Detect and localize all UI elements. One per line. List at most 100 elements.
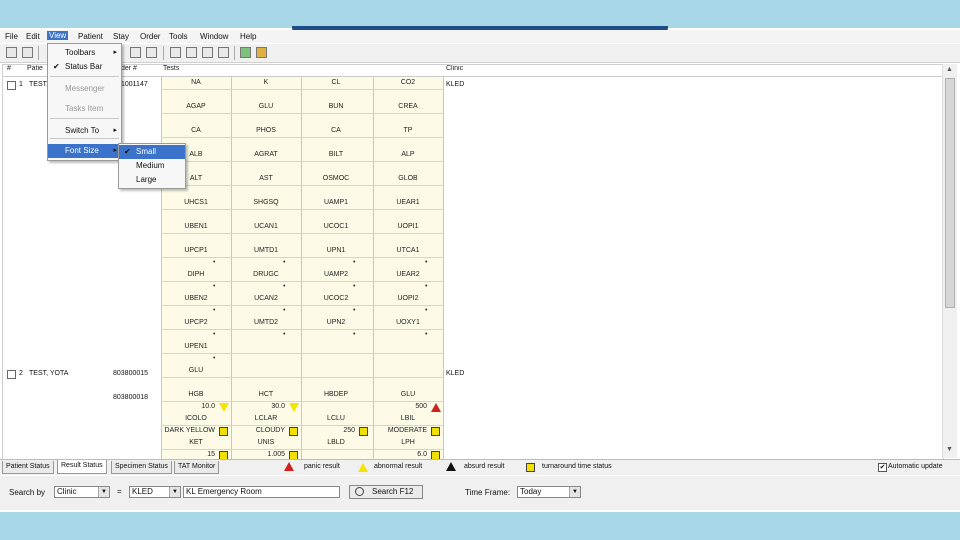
test-code[interactable]: TP — [373, 127, 443, 134]
test-result-value[interactable]: MODERATE — [373, 427, 427, 434]
auto-update-checkbox[interactable]: ✔ — [878, 463, 887, 472]
search-by-select[interactable]: Clinic ▼ — [54, 486, 110, 498]
order-number[interactable]: 1001147 — [121, 81, 148, 88]
menu-stay[interactable]: Stay — [113, 32, 129, 41]
test-code[interactable]: CL — [301, 79, 371, 86]
test-code[interactable]: UPN1 — [301, 247, 371, 254]
menu-help[interactable]: Help — [240, 32, 256, 41]
test-code[interactable]: UAMP2 — [301, 271, 371, 278]
column-header-patient[interactable]: Patie — [27, 65, 43, 76]
test-code[interactable]: UOPI1 — [373, 223, 443, 230]
scroll-up-icon[interactable]: ▲ — [946, 66, 953, 73]
menu-window[interactable]: Window — [200, 32, 228, 41]
refresh-icon[interactable] — [218, 47, 229, 58]
test-code[interactable]: UMTD1 — [231, 247, 301, 254]
test-code[interactable]: UBEN2 — [161, 295, 231, 302]
help-icon[interactable] — [130, 47, 141, 58]
row-checkbox[interactable] — [7, 81, 16, 90]
test-code[interactable]: AGAP — [161, 103, 231, 110]
column-header-num[interactable]: # — [7, 65, 11, 76]
menu-edit[interactable]: Edit — [26, 32, 40, 41]
test-code[interactable]: HBDEP — [301, 391, 371, 398]
grid-icon[interactable] — [202, 47, 213, 58]
print-icon[interactable] — [256, 47, 267, 58]
test-code[interactable]: UCOC2 — [301, 295, 371, 302]
test-code[interactable]: UEAR2 — [373, 271, 443, 278]
test-code[interactable]: UPCP2 — [161, 319, 231, 326]
clinic-name-field[interactable]: KL Emergency Room — [183, 486, 340, 498]
order-number[interactable]: 803800018 — [113, 394, 148, 401]
view-menu-item[interactable]: Toolbars ▸ — [48, 46, 121, 60]
test-code[interactable]: PHOS — [231, 127, 301, 134]
view-menu-item[interactable]: Messenger — [48, 82, 121, 96]
test-code[interactable]: CA — [161, 127, 231, 134]
test-code[interactable]: UEAR1 — [373, 199, 443, 206]
test-result-value[interactable]: 30.0 — [231, 403, 285, 410]
view-menu-item[interactable]: Font Size ▸ — [48, 144, 121, 158]
test-code[interactable]: UBEN1 — [161, 223, 231, 230]
test-result-value[interactable]: 500 — [373, 403, 427, 410]
menu-order[interactable]: Order — [140, 32, 160, 41]
column-header-clinic[interactable]: Clinic — [446, 65, 463, 76]
test-code[interactable]: UOPI2 — [373, 295, 443, 302]
order-number[interactable]: 803800015 — [113, 370, 148, 377]
menu-file[interactable]: File — [5, 32, 18, 41]
test-code[interactable]: CO2 — [373, 79, 443, 86]
test-code[interactable]: AST — [231, 175, 301, 182]
font-size-item[interactable]: Large — [119, 173, 185, 187]
tab-patient-status[interactable]: Patient Status — [2, 461, 54, 474]
test-code[interactable]: HCT — [231, 391, 301, 398]
scrollbar-thumb[interactable] — [945, 78, 955, 308]
test-code[interactable]: ICOLO — [161, 415, 231, 422]
save-icon[interactable] — [22, 47, 33, 58]
test-code[interactable]: K — [231, 79, 301, 86]
patient-name[interactable]: TEST, — [29, 81, 48, 88]
check-icon[interactable] — [240, 47, 251, 58]
test-code[interactable]: LCLU — [301, 415, 371, 422]
search-button[interactable]: Search F12 — [349, 485, 423, 499]
test-code[interactable]: OSMOC — [301, 175, 371, 182]
chevron-down-icon[interactable]: ▼ — [169, 487, 180, 497]
test-code[interactable]: UTCA1 — [373, 247, 443, 254]
test-code[interactable]: UPCP1 — [161, 247, 231, 254]
test-code[interactable]: GLU — [373, 391, 443, 398]
test-code[interactable]: KET — [161, 439, 231, 446]
tab-result-status[interactable]: Result Status — [57, 460, 107, 474]
test-code[interactable]: GLU — [161, 367, 231, 374]
test-code[interactable]: UPEN1 — [161, 343, 231, 350]
test-code[interactable]: LCLAR — [231, 415, 301, 422]
test-code[interactable]: LBIL — [373, 415, 443, 422]
clinic-code-select[interactable]: KLED ▼ — [129, 486, 181, 498]
column-header-tests[interactable]: Tests — [163, 65, 179, 76]
chevron-down-icon[interactable]: ▼ — [569, 487, 580, 497]
test-code[interactable]: UCOC1 — [301, 223, 371, 230]
test-code[interactable]: UNIS — [231, 439, 301, 446]
test-result-value[interactable]: DARK YELLOW — [161, 427, 215, 434]
context-help-icon[interactable] — [146, 47, 157, 58]
test-code[interactable]: AGRAT — [231, 151, 301, 158]
test-code[interactable]: HGB — [161, 391, 231, 398]
chevron-down-icon[interactable]: ▼ — [98, 487, 109, 497]
scroll-down-icon[interactable]: ▼ — [946, 446, 953, 453]
row-checkbox[interactable] — [7, 370, 16, 379]
tile-icon[interactable] — [170, 47, 181, 58]
column-header-order[interactable]: der # — [121, 65, 137, 76]
time-frame-select[interactable]: Today ▼ — [517, 486, 581, 498]
view-menu-item[interactable]: Switch To ▸ — [48, 124, 121, 138]
test-code[interactable]: BILT — [301, 151, 371, 158]
test-code[interactable]: UCAN1 — [231, 223, 301, 230]
test-result-value[interactable]: 1.005 — [231, 451, 285, 458]
font-size-item[interactable]: Medium — [119, 159, 185, 173]
menu-view[interactable]: View — [47, 31, 69, 40]
test-code[interactable]: LPH — [373, 439, 443, 446]
test-result-value[interactable]: CLOUDY — [231, 427, 285, 434]
test-code[interactable]: DRUGC — [231, 271, 301, 278]
test-code[interactable]: DIPH — [161, 271, 231, 278]
test-code[interactable]: UPN2 — [301, 319, 371, 326]
menu-tools[interactable]: Tools — [169, 32, 188, 41]
test-code[interactable]: GLU — [231, 103, 301, 110]
font-size-item[interactable]: ✔ Small — [119, 145, 185, 159]
test-code[interactable]: CA — [301, 127, 371, 134]
test-code[interactable]: UMTD2 — [231, 319, 301, 326]
test-code[interactable]: CREA — [373, 103, 443, 110]
